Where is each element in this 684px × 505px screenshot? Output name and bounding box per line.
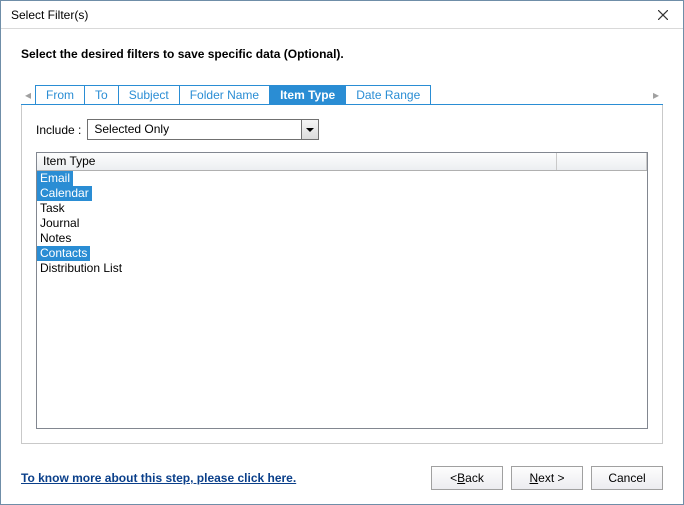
- list-item[interactable]: Notes: [37, 231, 74, 246]
- dialog-footer: To know more about this step, please cli…: [1, 454, 683, 504]
- back-button[interactable]: < Back: [431, 466, 503, 490]
- chevron-down-icon: [301, 120, 318, 139]
- tab-subject[interactable]: Subject: [118, 85, 180, 105]
- select-filters-dialog: Select Filter(s) Select the desired filt…: [0, 0, 684, 505]
- list-header: Item Type: [37, 153, 647, 171]
- dialog-content: Select the desired filters to save speci…: [1, 29, 683, 454]
- list-item[interactable]: Email: [37, 171, 73, 186]
- help-link[interactable]: To know more about this step, please cli…: [21, 471, 296, 485]
- list-item[interactable]: Contacts: [37, 246, 90, 261]
- list-item[interactable]: Calendar: [37, 186, 92, 201]
- titlebar: Select Filter(s): [1, 1, 683, 29]
- include-select[interactable]: Selected Only: [87, 119, 319, 140]
- list-item[interactable]: Journal: [37, 216, 82, 231]
- close-icon: [658, 10, 668, 20]
- list-item[interactable]: Task: [37, 201, 68, 216]
- list-item[interactable]: Distribution List: [37, 261, 125, 276]
- tab-to[interactable]: To: [84, 85, 119, 105]
- item-type-list: Item Type Email Calendar Task Journal No…: [36, 152, 648, 429]
- tab-date-range[interactable]: Date Range: [345, 85, 431, 105]
- tab-scroll-right-icon[interactable]: ▸: [649, 88, 663, 102]
- close-button[interactable]: [643, 1, 683, 29]
- include-select-value: Selected Only: [87, 119, 319, 140]
- column-header-item-type[interactable]: Item Type: [37, 153, 557, 170]
- tab-strip: ◂ From To Subject Folder Name Item Type …: [21, 85, 663, 105]
- tab-scroll-left-icon[interactable]: ◂: [21, 88, 35, 102]
- tab-item-type[interactable]: Item Type: [269, 85, 346, 105]
- tab-from[interactable]: From: [35, 85, 85, 105]
- include-row: Include : Selected Only: [36, 119, 648, 140]
- window-title: Select Filter(s): [11, 8, 88, 22]
- tab-folder-name[interactable]: Folder Name: [179, 85, 270, 105]
- column-header-empty[interactable]: [557, 153, 647, 170]
- item-type-panel: Include : Selected Only Item Type Email …: [21, 105, 663, 444]
- next-button[interactable]: Next >: [511, 466, 583, 490]
- list-body[interactable]: Email Calendar Task Journal Notes Contac…: [37, 171, 647, 428]
- include-label: Include :: [36, 123, 81, 137]
- tabs-container: From To Subject Folder Name Item Type Da…: [35, 85, 430, 105]
- instruction-text: Select the desired filters to save speci…: [21, 47, 663, 61]
- cancel-button[interactable]: Cancel: [591, 466, 663, 490]
